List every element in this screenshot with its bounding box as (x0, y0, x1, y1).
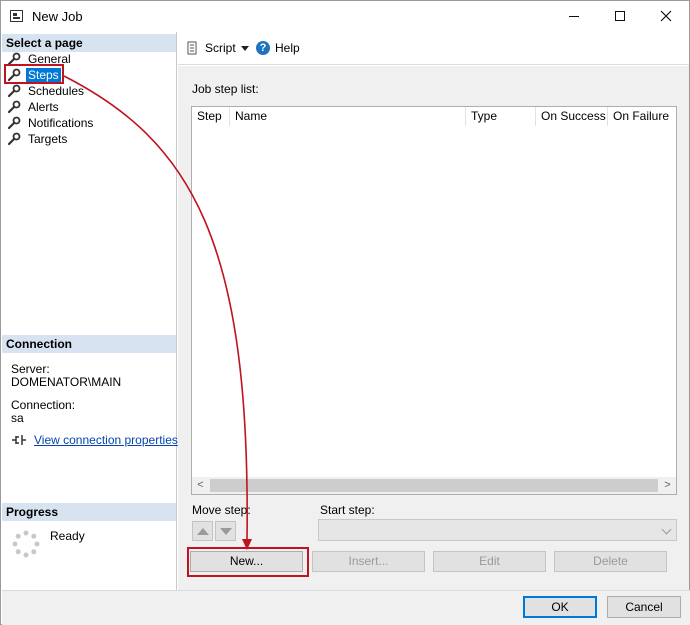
page-item-alerts[interactable]: Alerts (7, 99, 61, 115)
close-icon (660, 10, 672, 22)
progress-status: Ready (50, 529, 85, 543)
edit-step-button[interactable]: Edit (433, 551, 546, 572)
page-item-label: Schedules (28, 84, 85, 98)
new-button-highlight-annotation (187, 547, 309, 577)
window-title: New Job (32, 9, 83, 24)
page-item-targets[interactable]: Targets (7, 131, 69, 147)
script-icon (187, 41, 197, 55)
select-page-header: Select a page (2, 34, 176, 52)
connection-plug-icon (12, 435, 26, 445)
horizontal-scrollbar[interactable]: < > (192, 477, 676, 494)
column-header-step[interactable]: Step (192, 107, 230, 126)
help-icon: ? (256, 41, 270, 55)
close-button[interactable] (643, 1, 689, 31)
scrollbar-thumb[interactable] (210, 479, 658, 492)
maximize-icon (615, 11, 625, 21)
arrow-up-icon (196, 527, 209, 535)
server-label: Server: (11, 362, 50, 376)
ok-button[interactable]: OK (523, 596, 597, 618)
wrench-icon (7, 116, 21, 130)
help-label: Help (275, 41, 300, 55)
minimize-icon (569, 15, 579, 17)
steps-highlight-annotation (4, 64, 64, 84)
insert-step-button[interactable]: Insert... (312, 551, 425, 572)
page-item-notifications[interactable]: Notifications (7, 115, 95, 131)
script-label: Script (205, 41, 236, 55)
connection-header: Connection (2, 335, 176, 353)
wrench-icon (7, 100, 21, 114)
script-dropdown-icon[interactable] (241, 46, 249, 51)
column-header-name[interactable]: Name (230, 107, 466, 126)
wrench-icon (7, 84, 21, 98)
start-step-select[interactable] (318, 519, 677, 541)
chevron-down-icon (661, 524, 672, 535)
start-step-label: Start step: (320, 503, 375, 517)
move-up-button[interactable] (192, 521, 213, 541)
page-item-label: Targets (28, 132, 68, 146)
progress-header: Progress (2, 503, 176, 521)
app-window-icon (10, 10, 23, 22)
move-down-button[interactable] (215, 521, 236, 541)
scroll-right-icon[interactable]: > (659, 479, 676, 492)
page-item-label: Alerts (28, 100, 59, 114)
connection-label: Connection: (11, 398, 76, 412)
toolbar: Script ? Help (178, 32, 689, 65)
job-step-list-label: Job step list: (192, 82, 259, 96)
server-value: DOMENATOR\MAIN (11, 375, 122, 389)
progress-spinner-icon (12, 530, 40, 558)
job-step-list[interactable]: Step Name Type On Success On Failure < > (191, 106, 677, 495)
scroll-left-icon[interactable]: < (192, 479, 209, 492)
arrow-down-icon (219, 527, 232, 535)
connection-value: sa (11, 411, 24, 425)
delete-step-button[interactable]: Delete (554, 551, 667, 572)
page-item-label: Notifications (28, 116, 94, 130)
main-content: Job step list: Step Name Type On Success… (178, 66, 689, 590)
title-bar: New Job (1, 1, 689, 32)
new-job-window: New Job Select a page General Steps Sche… (0, 0, 690, 625)
column-header-on-success[interactable]: On Success (536, 107, 608, 126)
help-button[interactable]: ? Help (256, 41, 300, 55)
wrench-icon (7, 132, 21, 146)
column-header-type[interactable]: Type (466, 107, 536, 126)
cancel-button[interactable]: Cancel (607, 596, 681, 618)
view-connection-properties-link[interactable]: View connection properties (34, 433, 178, 447)
minimize-button[interactable] (551, 1, 597, 31)
page-item-schedules[interactable]: Schedules (7, 83, 86, 99)
dialog-footer: OK Cancel (2, 590, 690, 625)
script-button[interactable]: Script (186, 41, 236, 55)
move-step-label: Move step: (192, 503, 251, 517)
column-header-on-failure[interactable]: On Failure (608, 107, 676, 126)
maximize-button[interactable] (597, 1, 643, 31)
